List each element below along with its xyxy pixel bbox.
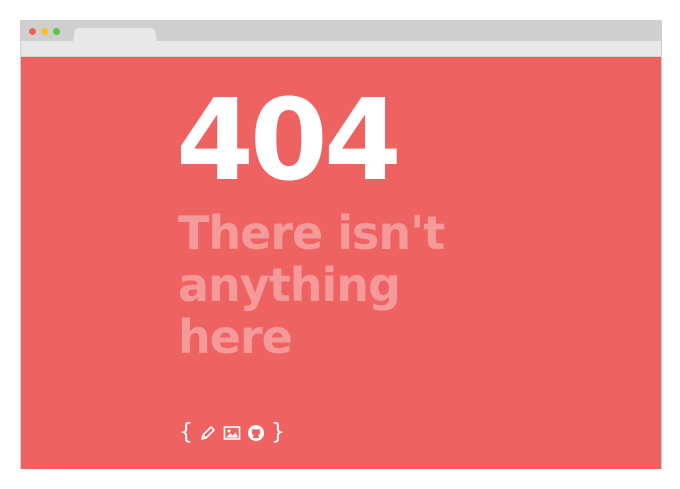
footer-icon-bar: { } [179, 421, 285, 445]
pencil-icon[interactable] [199, 424, 217, 442]
image-icon[interactable] [223, 424, 241, 442]
error-code: 404 [176, 76, 402, 206]
close-window-button[interactable] [29, 28, 36, 35]
browser-chrome [21, 21, 661, 57]
browser-window: 404 There isn't anything here {} [20, 20, 662, 469]
close-brace: } [271, 420, 285, 445]
error-page: 404 There isn't anything here {} [21, 57, 661, 469]
minimize-window-button[interactable] [41, 28, 48, 35]
browser-tab[interactable] [73, 27, 157, 43]
github-icon[interactable] [247, 424, 265, 442]
error-message: There isn't anything here [178, 206, 445, 364]
open-brace: { [179, 420, 193, 445]
maximize-window-button[interactable] [53, 28, 60, 35]
